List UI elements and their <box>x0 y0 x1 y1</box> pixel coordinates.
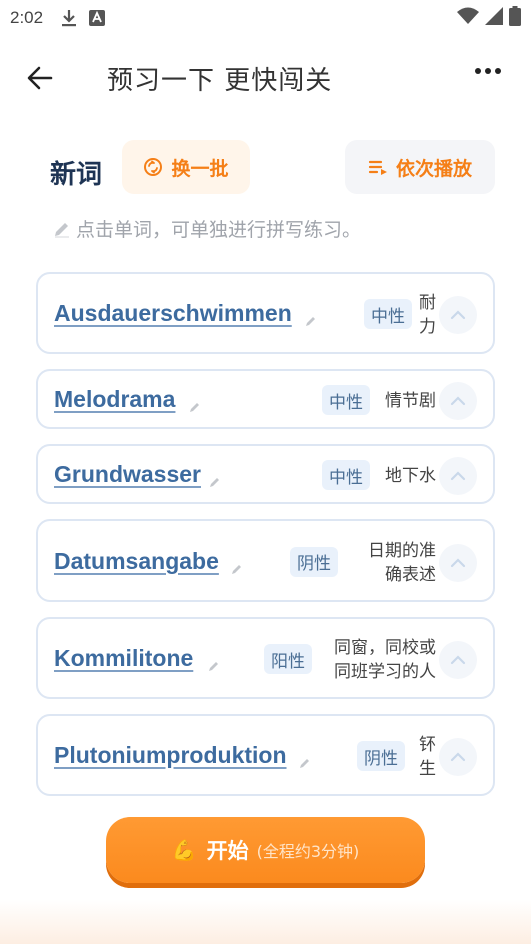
more-button[interactable] <box>475 68 501 74</box>
word-meaning: 日期的准确表述 <box>358 539 436 587</box>
word-text[interactable]: Datumsangabe <box>54 548 219 575</box>
word-meaning: 同窗，同校或 同班学习的人 <box>322 636 436 684</box>
chevron-up-icon <box>450 471 466 481</box>
word-meaning: 地下水 <box>376 464 436 488</box>
spelling-hint: 点击单词，可单独进行拼写练习。 <box>52 215 361 242</box>
word-text[interactable]: Ausdauerschwimmen <box>54 300 292 327</box>
word-text[interactable]: Kommilitone <box>54 645 193 672</box>
word-meaning-line: 确表述 <box>385 564 436 585</box>
pencil-icon <box>298 755 312 774</box>
word-card[interactable]: Datumsangabe 阴性 日期的准 确表述 <box>36 519 495 602</box>
word-meaning-line: 同班学习的人 <box>334 662 436 682</box>
word-meaning-line: 生 <box>419 759 436 779</box>
gender-badge: 中性 <box>364 299 412 329</box>
chevron-up-icon <box>450 557 466 567</box>
app-bar: 预习一下 更快闯关 <box>0 46 531 108</box>
flexed-biceps-icon: 💪 <box>171 838 197 862</box>
pencil-icon <box>304 313 318 332</box>
word-card[interactable]: Kommilitone 阳性 同窗，同校或 同班学习的人 <box>36 617 495 699</box>
gender-badge: 中性 <box>322 385 370 415</box>
start-button-duration: (全程约3分钟) <box>256 842 360 861</box>
status-time: 2:02 <box>10 8 44 27</box>
bottom-glow <box>0 900 531 944</box>
expand-button[interactable] <box>439 641 477 679</box>
word-meaning-line: 同窗，同校或 <box>334 638 436 658</box>
gender-badge: 中性 <box>322 460 370 490</box>
word-meaning: 情节剧 <box>376 389 436 413</box>
expand-button[interactable] <box>439 543 477 582</box>
word-card[interactable]: Ausdauerschwimmen 中性耐力 <box>36 272 495 354</box>
play-in-order-label: 依次播放 <box>395 157 472 180</box>
expand-button[interactable] <box>439 382 477 420</box>
expand-button[interactable] <box>439 296 477 334</box>
chevron-up-icon <box>450 396 466 406</box>
playlist-icon <box>368 158 388 176</box>
pencil-icon <box>208 474 222 493</box>
word-meaning-line: 地下水 <box>385 466 436 486</box>
new-words-header: 新词 换一批 依次播放 <box>0 140 531 198</box>
word-card[interactable]: Grundwasser 中性 地下水 <box>36 444 495 504</box>
word-meaning-line: 日期的准 <box>368 540 436 561</box>
refresh-batch-button[interactable]: 换一批 <box>122 140 250 194</box>
more-dots-icon <box>475 68 481 74</box>
chevron-up-icon <box>450 752 466 762</box>
expand-button[interactable] <box>439 738 477 776</box>
spelling-hint-text: 点击单词，可单独进行拼写练习。 <box>76 219 362 241</box>
expand-button[interactable] <box>439 457 477 495</box>
gender-badge: 阴性 <box>357 741 405 771</box>
app-notification-icon <box>89 10 106 26</box>
chevron-up-icon <box>450 655 466 665</box>
battery-icon <box>509 5 521 31</box>
word-meaning-line: 钚 <box>419 735 436 755</box>
page-title: 预习一下 更快闯关 <box>107 66 333 96</box>
start-button[interactable]: 💪 开始 (全程约3分钟) <box>106 817 425 883</box>
chevron-up-icon <box>450 310 466 320</box>
gender-badge: 阴性 <box>290 546 338 577</box>
word-text[interactable]: Melodrama <box>54 386 175 413</box>
wifi-icon <box>457 7 479 30</box>
pencil-icon <box>52 219 72 239</box>
pencil-icon <box>207 658 221 677</box>
word-meaning-line: 力 <box>419 317 436 337</box>
refresh-icon <box>143 157 163 177</box>
word-text[interactable]: Grundwasser <box>54 461 201 488</box>
play-in-order-button[interactable]: 依次播放 <box>345 140 495 194</box>
word-card[interactable]: Plutoniumproduktion 阴性钚生 <box>36 714 495 796</box>
back-button[interactable] <box>22 60 58 96</box>
pencil-icon <box>188 399 202 418</box>
start-button-label: 开始 <box>206 839 249 863</box>
arrow-left-icon <box>27 66 53 90</box>
word-meaning: 钚生 <box>411 733 436 781</box>
word-meaning: 耐力 <box>418 291 436 339</box>
word-meaning-line: 情节剧 <box>385 391 436 411</box>
status-bar: 2:02 <box>0 0 531 36</box>
word-text[interactable]: Plutoniumproduktion <box>54 742 287 769</box>
word-meaning-line: 耐 <box>419 293 436 313</box>
cell-signal-icon <box>485 6 503 30</box>
gender-badge: 阳性 <box>264 644 312 674</box>
word-card[interactable]: Melodrama 中性 情节剧 <box>36 369 495 429</box>
pencil-icon <box>230 561 244 580</box>
download-icon <box>61 9 77 27</box>
section-title: 新词 <box>50 160 103 190</box>
refresh-batch-label: 换一批 <box>171 157 229 180</box>
